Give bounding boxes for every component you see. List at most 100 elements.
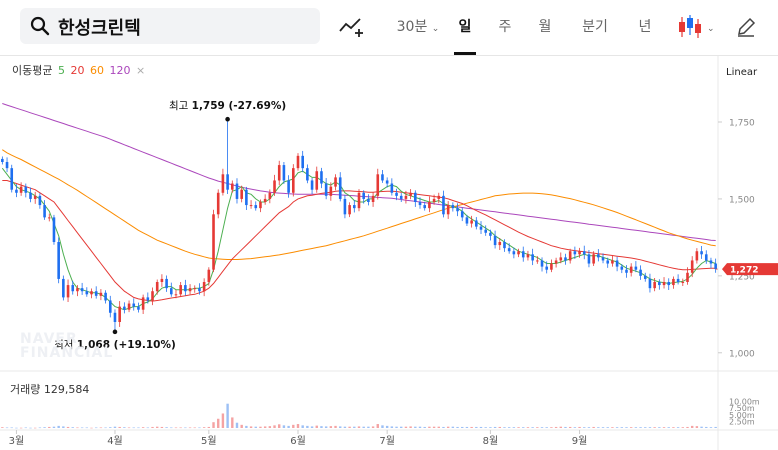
candle-body — [226, 174, 229, 190]
candle-body — [254, 205, 258, 209]
volume-bar — [554, 426, 558, 428]
volume-bar — [292, 424, 295, 428]
volume-bar — [705, 426, 708, 428]
candle-body — [324, 183, 328, 196]
candle-body — [146, 297, 150, 301]
candle-body — [179, 285, 182, 295]
volume-bar — [10, 427, 13, 429]
candle-body — [601, 257, 605, 261]
candle-body — [536, 260, 539, 262]
volume-bar — [90, 427, 93, 429]
volume-bar — [231, 417, 234, 428]
volume-bar — [568, 426, 572, 428]
candle-body — [52, 217, 56, 242]
volume-bar — [662, 427, 666, 428]
volume-bar — [118, 426, 121, 428]
close-indicator-icon[interactable]: × — [136, 64, 145, 77]
candle-body — [554, 260, 558, 264]
candle-body — [606, 260, 610, 264]
candle-body — [503, 242, 506, 249]
volume-bar — [156, 426, 159, 428]
candle-body — [446, 205, 450, 215]
volume-bar — [174, 427, 178, 429]
candle-body — [338, 177, 342, 199]
volume-bar — [512, 427, 516, 428]
candle-body — [301, 155, 304, 169]
candle-body — [137, 306, 140, 310]
volume-bar — [564, 426, 567, 428]
volume-bar — [184, 427, 187, 429]
candle-body — [62, 278, 65, 298]
x-tick-label: 6월 — [290, 435, 306, 447]
candle-body — [409, 192, 412, 196]
volume-bar — [432, 426, 436, 428]
ma-5: 5 — [57, 64, 65, 77]
candle-body — [550, 263, 553, 270]
candle-body — [709, 260, 713, 264]
candle-body — [104, 292, 107, 301]
volume-bar — [95, 427, 98, 429]
volume-bar — [245, 425, 248, 428]
candle-body — [353, 205, 356, 209]
x-tick-label: 7월 — [379, 435, 395, 447]
volume-bar — [278, 424, 281, 428]
y-tick-label: 1,000 — [729, 349, 755, 359]
candle-body — [320, 171, 323, 184]
volume-bar — [268, 426, 272, 428]
scale-mode-label[interactable]: Linear — [726, 67, 757, 78]
ma-legend-title: 이동평균 — [12, 64, 53, 77]
volume-bar — [522, 427, 525, 428]
candle-body — [376, 174, 380, 196]
volume-bar — [620, 427, 623, 428]
volume-bar — [437, 426, 440, 428]
candle-body — [334, 177, 337, 187]
volume-bar — [226, 403, 229, 428]
volume-bar — [507, 427, 511, 428]
volume-bar — [306, 425, 309, 428]
candle-body — [29, 192, 32, 199]
volume-bar — [653, 427, 656, 428]
candle-body — [90, 291, 93, 295]
candle-body — [470, 220, 473, 224]
volume-bar — [611, 427, 614, 428]
volume-bar — [1, 427, 4, 428]
volume-bar — [395, 426, 398, 428]
candle-body — [479, 226, 483, 230]
candle-body — [512, 251, 516, 255]
volume-bar — [517, 427, 520, 428]
volume-bar — [188, 427, 192, 429]
candle-body — [629, 266, 633, 273]
volume-bar — [249, 426, 253, 428]
naver-financial-watermark: NAVER FINANCIAL — [20, 332, 113, 360]
volume-bar — [414, 426, 417, 428]
candle-body — [695, 251, 699, 261]
candle-body — [545, 266, 549, 270]
volume-bar — [334, 425, 337, 428]
volume-tick-label: 2.50m — [729, 417, 755, 426]
volume-bar — [470, 426, 473, 428]
volume-bar — [170, 427, 173, 429]
volume-bar — [371, 426, 375, 428]
candle-body — [432, 198, 436, 202]
candle-body — [658, 282, 661, 286]
candle-body — [127, 303, 131, 310]
candle-body — [33, 195, 37, 199]
volume-bar — [198, 427, 201, 429]
candle-body — [198, 288, 201, 292]
volume-bar — [601, 427, 605, 428]
candle-body — [414, 192, 417, 202]
volume-bar — [573, 427, 577, 428]
candle-body — [507, 248, 511, 252]
candle-body — [212, 214, 215, 270]
candle-body — [80, 288, 84, 292]
candle-body — [465, 217, 469, 224]
candle-body — [310, 180, 314, 190]
candle-body — [540, 260, 544, 267]
candle-body — [676, 278, 680, 282]
candle-body — [704, 254, 708, 261]
candle-body — [245, 189, 248, 206]
volume-bar — [235, 422, 239, 428]
candle-body — [526, 254, 530, 258]
candle-body — [686, 272, 689, 282]
volume-bar — [57, 425, 60, 428]
